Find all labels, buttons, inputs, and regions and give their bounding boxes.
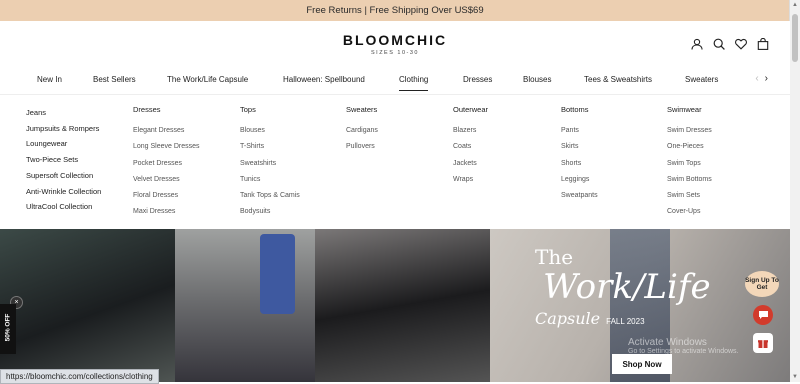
hero-title: Work/Life bbox=[543, 267, 711, 307]
signup-popup-button[interactable]: Sign Up To Get bbox=[745, 271, 779, 297]
menu-link[interactable]: Cover-Ups bbox=[667, 204, 712, 220]
menu-link[interactable]: Leggings bbox=[561, 172, 598, 188]
nav-prev-arrow-icon[interactable]: ‹ bbox=[755, 73, 758, 84]
mega-menu-column-outerwear: Outerwear Blazers Coats Jackets Wraps bbox=[453, 105, 488, 188]
menu-link[interactable]: Sweatpants bbox=[561, 188, 598, 204]
menu-link[interactable]: Jackets bbox=[453, 156, 488, 172]
clothing-mega-menu: Jeans Jumpsuits & Rompers Loungewear Two… bbox=[0, 95, 790, 229]
account-icon[interactable] bbox=[690, 37, 704, 51]
watermark-line-1: Activate Windows bbox=[628, 337, 707, 348]
nav-item-clothing[interactable]: Clothing bbox=[399, 75, 429, 91]
menu-link-anti-wrinkle[interactable]: Anti-Wrinkle Collection bbox=[26, 184, 101, 200]
brand-tagline: SIZES 10-30 bbox=[371, 50, 419, 56]
menu-link[interactable]: Tunics bbox=[240, 172, 300, 188]
menu-link[interactable]: Blazers bbox=[453, 123, 488, 139]
page-scrollbar[interactable]: ▲ ▼ bbox=[789, 0, 800, 382]
nav-item-sweaters[interactable]: Sweaters bbox=[685, 75, 718, 84]
gift-icon[interactable] bbox=[753, 333, 773, 353]
mega-menu-column-bottoms: Bottoms Pants Skirts Shorts Leggings Swe… bbox=[561, 105, 598, 204]
scroll-up-arrow-icon[interactable]: ▲ bbox=[790, 0, 800, 10]
wishlist-heart-icon[interactable] bbox=[734, 37, 748, 51]
menu-link-two-piece-sets[interactable]: Two-Piece Sets bbox=[26, 152, 101, 168]
menu-heading-outerwear[interactable]: Outerwear bbox=[453, 105, 488, 114]
nav-next-arrow-icon[interactable]: › bbox=[765, 73, 768, 84]
nav-scroll-arrows: ‹ › bbox=[755, 73, 768, 84]
menu-link[interactable]: T-Shirts bbox=[240, 139, 300, 155]
discount-tab[interactable]: 50% OFF bbox=[0, 304, 16, 354]
menu-link[interactable]: One-Pieces bbox=[667, 139, 712, 155]
nav-item-new-in[interactable]: New In bbox=[37, 75, 62, 84]
menu-link[interactable]: Sweatshirts bbox=[240, 156, 300, 172]
menu-link[interactable]: Velvet Dresses bbox=[133, 172, 200, 188]
menu-link[interactable]: Swim Tops bbox=[667, 156, 712, 172]
site-header: BLOOMCHIC SIZES 10-30 bbox=[0, 21, 790, 67]
scroll-down-arrow-icon[interactable]: ▼ bbox=[790, 372, 800, 382]
chat-icon[interactable] bbox=[753, 305, 773, 325]
menu-link-supersoft[interactable]: Supersoft Collection bbox=[26, 168, 101, 184]
brand-logo[interactable]: BLOOMCHIC SIZES 10-30 bbox=[0, 32, 790, 56]
menu-link-jumpsuits[interactable]: Jumpsuits & Rompers bbox=[26, 121, 101, 137]
search-icon[interactable] bbox=[712, 37, 726, 51]
menu-link[interactable]: Swim Bottoms bbox=[667, 172, 712, 188]
menu-link-loungewear[interactable]: Loungewear bbox=[26, 136, 101, 152]
header-actions bbox=[690, 37, 770, 51]
menu-link[interactable]: Floral Dresses bbox=[133, 188, 200, 204]
menu-link[interactable]: Elegant Dresses bbox=[133, 123, 200, 139]
hero-photo-2 bbox=[175, 229, 315, 382]
menu-link[interactable]: Blouses bbox=[240, 123, 300, 139]
mega-menu-column-dresses: Dresses Elegant Dresses Long Sleeve Dres… bbox=[133, 105, 200, 221]
hero-season: FALL 2023 bbox=[606, 317, 645, 326]
scrollbar-thumb[interactable] bbox=[792, 14, 798, 62]
promo-bar: Free Returns | Free Shipping Over US$69 bbox=[0, 0, 790, 21]
menu-heading-swimwear[interactable]: Swimwear bbox=[667, 105, 712, 114]
menu-link[interactable]: Shorts bbox=[561, 156, 598, 172]
shopping-bag-icon[interactable] bbox=[756, 37, 770, 51]
shop-now-button[interactable]: Shop Now bbox=[612, 354, 672, 374]
menu-link[interactable]: Swim Sets bbox=[667, 188, 712, 204]
mega-menu-column-sweaters: Sweaters Cardigans Pullovers bbox=[346, 105, 378, 156]
brand-name: BLOOMCHIC bbox=[342, 32, 448, 48]
nav-item-dresses[interactable]: Dresses bbox=[463, 75, 492, 84]
menu-heading-bottoms[interactable]: Bottoms bbox=[561, 105, 598, 114]
menu-link[interactable]: Bodysuits bbox=[240, 204, 300, 220]
hero-photo-3 bbox=[315, 229, 490, 382]
promo-text: Free Returns | Free Shipping Over US$69 bbox=[306, 5, 484, 16]
menu-link[interactable]: Tank Tops & Camis bbox=[240, 188, 300, 204]
hero-the: The bbox=[535, 245, 574, 269]
menu-link[interactable]: Cardigans bbox=[346, 123, 378, 139]
hero-capsule: Capsule FALL 2023 bbox=[535, 309, 645, 328]
nav-item-best-sellers[interactable]: Best Sellers bbox=[93, 75, 136, 84]
menu-link[interactable]: Coats bbox=[453, 139, 488, 155]
windows-activation-watermark: Activate Windows Go to Settings to activ… bbox=[628, 337, 739, 355]
menu-link[interactable]: Long Sleeve Dresses bbox=[133, 139, 200, 155]
menu-heading-dresses[interactable]: Dresses bbox=[133, 105, 200, 114]
menu-link[interactable]: Skirts bbox=[561, 139, 598, 155]
menu-link-ultracool[interactable]: UltraCool Collection bbox=[26, 199, 101, 215]
hero-capsule-label: Capsule bbox=[535, 309, 601, 328]
hero-headline: The Work/Life Capsule FALL 2023 bbox=[535, 245, 711, 328]
menu-link[interactable]: Wraps bbox=[453, 172, 488, 188]
menu-link[interactable]: Swim Dresses bbox=[667, 123, 712, 139]
nav-item-tees-sweatshirts[interactable]: Tees & Sweatshirts bbox=[584, 75, 652, 84]
menu-link-jeans[interactable]: Jeans bbox=[26, 105, 101, 121]
menu-heading-tops[interactable]: Tops bbox=[240, 105, 300, 114]
menu-link[interactable]: Pants bbox=[561, 123, 598, 139]
mega-menu-column-tops: Tops Blouses T-Shirts Sweatshirts Tunics… bbox=[240, 105, 300, 221]
nav-item-work-life-capsule[interactable]: The Work/Life Capsule bbox=[167, 75, 248, 84]
nav-item-blouses[interactable]: Blouses bbox=[523, 75, 551, 84]
menu-link[interactable]: Maxi Dresses bbox=[133, 204, 200, 220]
mega-menu-quick-links: Jeans Jumpsuits & Rompers Loungewear Two… bbox=[26, 105, 101, 215]
menu-heading-sweaters[interactable]: Sweaters bbox=[346, 105, 378, 114]
nav-item-halloween[interactable]: Halloween: Spellbound bbox=[283, 75, 365, 84]
mega-menu-column-swimwear: Swimwear Swim Dresses One-Pieces Swim To… bbox=[667, 105, 712, 221]
menu-link[interactable]: Pullovers bbox=[346, 139, 378, 155]
discount-tab-label: 50% OFF bbox=[4, 313, 12, 342]
menu-link[interactable]: Pocket Dresses bbox=[133, 156, 200, 172]
hero-photo-1 bbox=[0, 229, 175, 382]
main-nav: New In Best Sellers The Work/Life Capsul… bbox=[0, 67, 790, 95]
